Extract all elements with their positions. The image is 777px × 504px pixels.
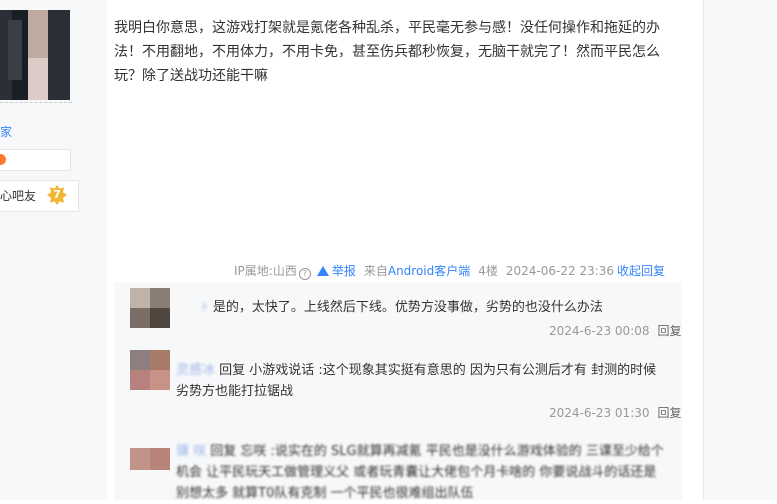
avatar-shape <box>28 58 48 100</box>
avatar-shape <box>150 370 170 390</box>
reply-content: 回复 小游戏说话 :这个现象其实挺有意思的 因为只有公测后才有 封测的时候劣势方… <box>176 363 657 399</box>
reply-list: ⊦ 是的，太快了。上线然后下线。优势方没事做，劣势的也没什么办法 2024-6-… <box>114 282 682 501</box>
warning-icon <box>316 266 329 276</box>
avatar-shape <box>130 308 150 328</box>
fire-badge <box>0 149 71 171</box>
report-link[interactable]: 举报 <box>332 264 356 278</box>
reply-text-line: 骥 咲 回复 忘咲 :说实在的 SLG就算再减氪 平民也是没什么游戏体验的 三课… <box>176 441 666 504</box>
user-avatar[interactable] <box>0 10 70 100</box>
reply-text-line: 灵感冰 回复 小游戏说话 :这个现象其实挺有意思的 因为只有公测后才有 封测的时… <box>176 360 666 402</box>
reply-text-line: ⊦ 是的，太快了。上线然后下线。优势方没事做，劣势的也没什么办法 <box>202 297 672 318</box>
reply-username[interactable]: 骥 咲 <box>176 444 206 459</box>
avatar-shape <box>8 20 22 80</box>
reply-item: 骥 咲 回复 忘咲 :说实在的 SLG就算再减氪 平民也是没什么游戏体验的 三课… <box>114 430 682 501</box>
client-prefix: 来自 <box>363 264 388 278</box>
reply-timestamp: 2024-6-23 01:30 回复 <box>549 404 682 421</box>
post-content: 我明白你意思，这游戏打架就是氪佬各种乱杀，平民毫无参与感！没任何操作和拖延的办法… <box>114 20 660 84</box>
avatar-shape <box>150 308 170 328</box>
user-sidebar: 家 心吧友 7 <box>0 0 107 500</box>
reply-avatar[interactable] <box>130 288 170 328</box>
reply-time: 2024-6-23 01:30 <box>549 406 650 420</box>
flame-icon <box>0 154 6 165</box>
collapse-replies-link[interactable]: 收起回复 <box>617 262 665 279</box>
level-icon: 7 <box>47 185 67 205</box>
reply-time: 2024-6-23 00:08 <box>549 324 650 338</box>
reply-button[interactable]: 回复 <box>658 324 682 338</box>
reply-item: ⊦ 是的，太快了。上线然后下线。优势方没事做，劣势的也没什么办法 2024-6-… <box>114 282 682 342</box>
reply-content: 是的，太快了。上线然后下线。优势方没事做，劣势的也没什么办法 <box>212 300 603 315</box>
post-datetime: 2024-06-22 23:36 <box>505 264 615 278</box>
avatar-shape <box>130 370 150 390</box>
floor-number: 4楼 <box>478 264 498 278</box>
reply-username[interactable]: ⊦ <box>202 300 209 315</box>
divider <box>0 100 72 103</box>
reply-button[interactable]: 回复 <box>658 406 682 420</box>
post-meta: IP属地:山西? 举报 来自Android客户端 4楼 2024-06-22 23:36 <box>234 262 614 280</box>
reply-content: 回复 忘咲 :说实在的 SLG就算再减氪 平民也是没什么游戏体验的 三课至少给个… <box>176 444 664 501</box>
member-badge-card[interactable]: 心吧友 7 <box>0 180 79 212</box>
reply-username[interactable]: 灵感冰 <box>176 363 215 378</box>
member-badge-label: 心吧友 <box>0 189 37 203</box>
help-icon[interactable]: ? <box>298 268 311 280</box>
reply-timestamp: 2024-6-23 00:08 回复 <box>549 322 682 339</box>
reply-avatar[interactable] <box>130 448 170 470</box>
reply-avatar[interactable] <box>130 350 170 390</box>
reply-item: 灵感冰 回复 小游戏说话 :这个现象其实挺有意思的 因为只有公测后才有 封测的时… <box>114 342 682 422</box>
right-gutter <box>703 0 777 500</box>
client-link[interactable]: Android客户端 <box>388 264 470 278</box>
ip-location: IP属地:山西 <box>234 264 297 278</box>
sidebar-link[interactable]: 家 <box>0 123 12 140</box>
